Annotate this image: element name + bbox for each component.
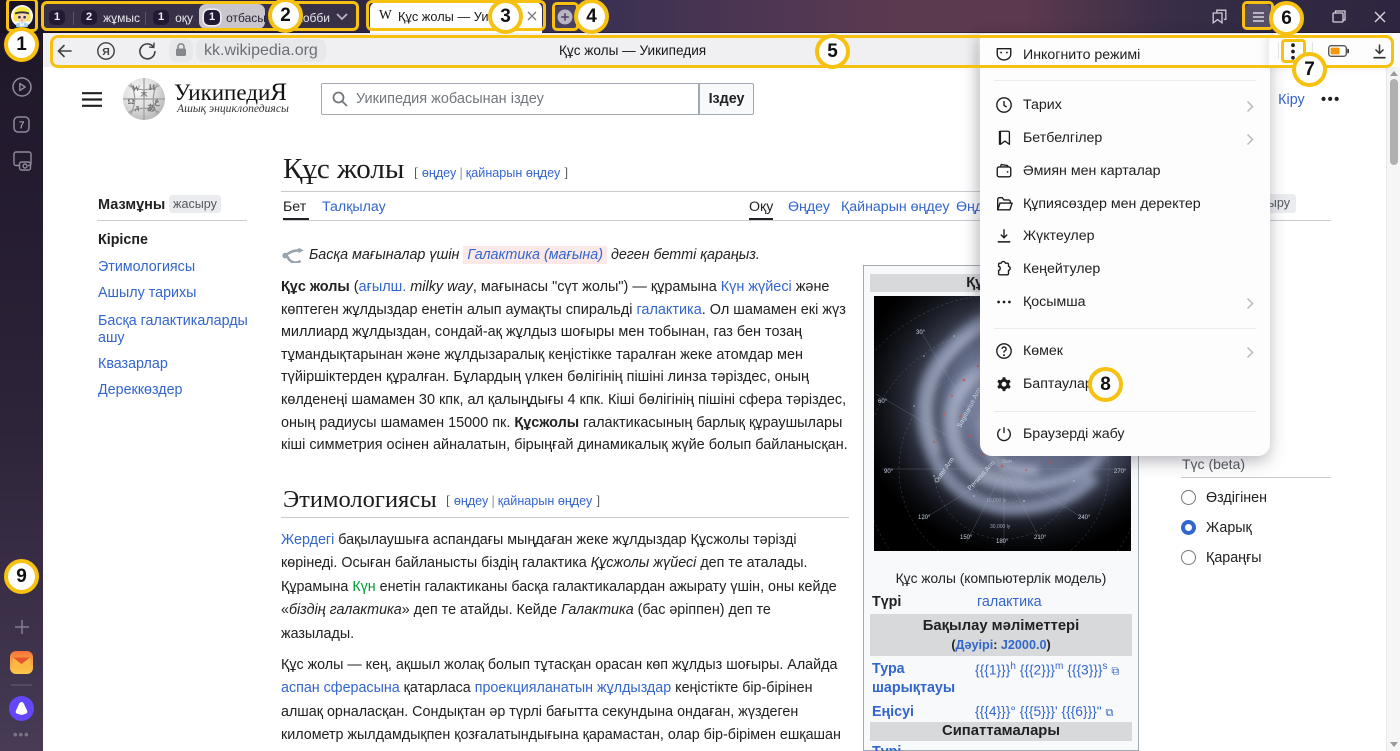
svg-text:270°: 270° (1114, 469, 1127, 475)
svg-text:10,000 ly: 10,000 ly (986, 498, 1007, 504)
svg-text:И: И (149, 82, 156, 92)
svg-text:Sun: Sun (1002, 459, 1012, 465)
svg-text:д: д (135, 102, 140, 112)
svg-text:60°: 60° (878, 399, 888, 405)
svg-text:30,000 ly: 30,000 ly (990, 524, 1011, 530)
svg-text:240°: 240° (1078, 515, 1091, 521)
svg-text:木: 木 (140, 90, 149, 99)
svg-text:210°: 210° (1034, 535, 1047, 541)
svg-text:7: 7 (19, 120, 25, 132)
svg-text:90°: 90° (884, 469, 894, 475)
svg-text:Ω: Ω (128, 96, 135, 106)
svg-text:30°: 30° (916, 330, 926, 336)
svg-text:W: W (132, 83, 141, 93)
svg-text:あ: あ (147, 103, 156, 113)
svg-text:150°: 150° (960, 535, 973, 541)
svg-text:120°: 120° (918, 515, 931, 521)
svg-text:180°: 180° (996, 539, 1009, 545)
